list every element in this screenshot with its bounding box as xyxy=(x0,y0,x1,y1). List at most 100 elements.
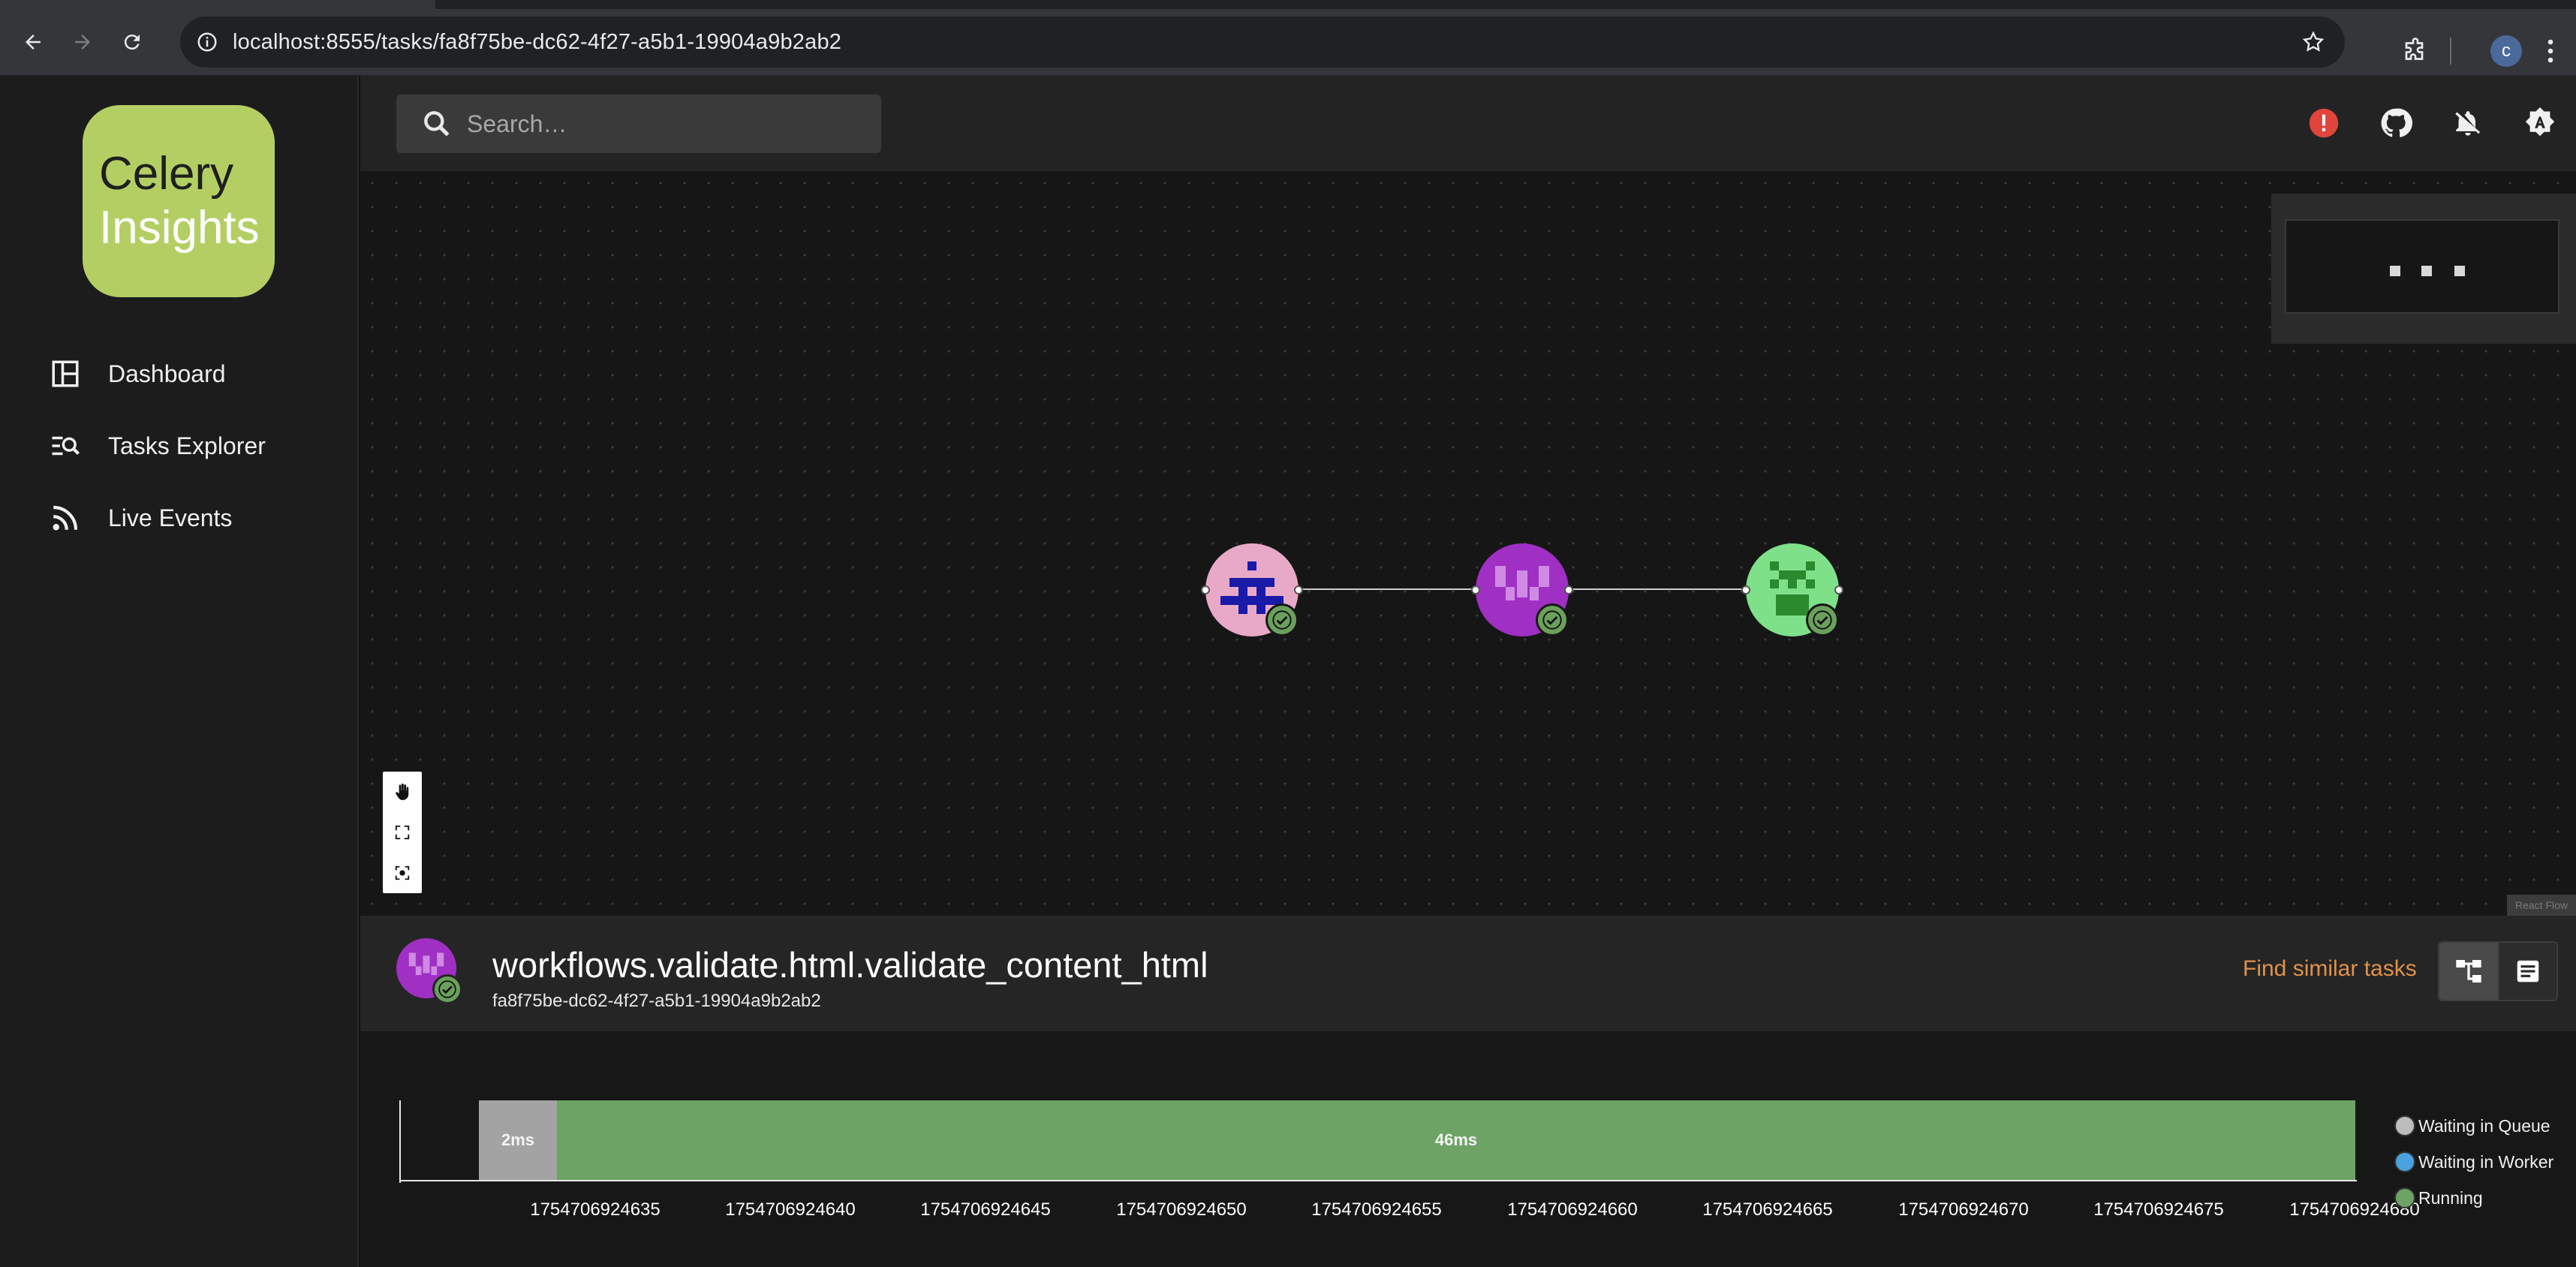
legend-swatch xyxy=(2394,1187,2415,1208)
timeline-segment-running[interactable]: 46ms xyxy=(557,1100,2355,1180)
success-check-icon xyxy=(1536,603,1569,637)
tick-label: 1754706924670 xyxy=(1898,1199,2029,1220)
back-button[interactable] xyxy=(9,18,57,66)
sidebar-item-tasks-explorer[interactable]: Tasks Explorer xyxy=(0,410,359,482)
search-input[interactable] xyxy=(467,110,857,138)
fit-view-button[interactable] xyxy=(383,812,422,853)
node-handle-right[interactable] xyxy=(1564,585,1573,594)
tick-label: 1754706924655 xyxy=(1311,1199,1442,1220)
node-handle-left[interactable] xyxy=(1741,585,1750,594)
details-view-button[interactable] xyxy=(2498,943,2556,1000)
address-bar[interactable]: localhost:8555/tasks/fa8f75be-dc62-4f27-… xyxy=(180,17,2345,68)
profile-avatar[interactable]: c xyxy=(2490,18,2522,84)
legend-item-running: Running xyxy=(2394,1180,2553,1216)
legend-swatch xyxy=(2394,1151,2415,1172)
browser-toolbar: localhost:8555/tasks/fa8f75be-dc62-4f27-… xyxy=(0,9,2576,75)
task-timeline: 2ms 46ms 1754706924635 1754706924640 175… xyxy=(360,1031,2576,1267)
error-button[interactable] xyxy=(2288,87,2360,159)
task-id: fa8f75be-dc62-4f27-a5b1-19904a9b2ab2 xyxy=(492,991,821,1011)
segment-label: 46ms xyxy=(1434,1130,1478,1149)
graph-minimap[interactable] xyxy=(2271,194,2576,344)
timeline-y-axis xyxy=(399,1100,401,1183)
graph-edge xyxy=(1299,588,1479,590)
tick-label: 1754706924675 xyxy=(2093,1199,2224,1220)
tree-view-button[interactable] xyxy=(2439,943,2498,1000)
error-icon xyxy=(2309,108,2339,138)
node-handle-left[interactable] xyxy=(1201,585,1210,594)
minimap-viewport[interactable] xyxy=(2285,219,2559,314)
workflow-graph-canvas[interactable]: React Flow xyxy=(360,171,2576,916)
tick-label: 1754706924635 xyxy=(530,1199,661,1220)
pan-mode-button[interactable] xyxy=(383,772,422,812)
extensions-button[interactable] xyxy=(2402,18,2429,84)
sidebar-item-label: Tasks Explorer xyxy=(108,432,266,459)
toolbar-divider xyxy=(2450,18,2451,84)
legend-swatch xyxy=(2394,1115,2415,1136)
url-text[interactable]: localhost:8555/tasks/fa8f75be-dc62-4f27-… xyxy=(233,30,841,55)
tick-label: 1754706924645 xyxy=(920,1199,1051,1220)
bookmark-star-icon[interactable] xyxy=(2297,26,2330,59)
tick-label: 1754706924640 xyxy=(725,1199,856,1220)
legend-label: Waiting in Worker xyxy=(2418,1151,2554,1172)
task-node-3[interactable] xyxy=(1741,543,1843,637)
active-tab[interactable] xyxy=(0,0,435,9)
sidebar-nav: Dashboard Tasks Explorer Live Events xyxy=(0,338,359,554)
search-icon xyxy=(424,111,450,137)
sidebar-item-live-events[interactable]: Live Events xyxy=(0,482,359,554)
node-handle-right[interactable] xyxy=(1294,585,1303,594)
theme-icon xyxy=(2526,107,2554,137)
puzzle-icon xyxy=(2405,38,2424,60)
timeline-segment-queue[interactable]: 2ms xyxy=(479,1100,557,1180)
logo-line-2: Insights xyxy=(99,202,260,254)
task-avatar xyxy=(396,938,462,1004)
arrow-left-icon xyxy=(26,35,41,50)
success-check-icon xyxy=(1806,603,1839,637)
tasks-explorer-icon xyxy=(52,436,80,456)
chrome-menu-button[interactable] xyxy=(2546,18,2555,84)
node-handle-right[interactable] xyxy=(1834,585,1843,594)
legend-label: Waiting in Queue xyxy=(2418,1115,2550,1136)
focus-icon xyxy=(395,865,410,880)
minimap-node xyxy=(2421,266,2432,276)
notifications-off-icon xyxy=(2455,111,2481,136)
search-box[interactable] xyxy=(396,95,881,153)
node-handle-left[interactable] xyxy=(1471,585,1480,594)
find-similar-tasks-button[interactable]: Find similar tasks xyxy=(2243,956,2417,982)
tick-label: 1754706924650 xyxy=(1116,1199,1247,1220)
task-name: workflows.validate.html.validate_content… xyxy=(492,945,1208,985)
success-check-icon xyxy=(1265,603,1299,637)
site-info-icon[interactable] xyxy=(191,26,224,59)
task-node-1[interactable] xyxy=(1201,543,1303,637)
app-topbar xyxy=(360,75,2576,171)
center-view-button[interactable] xyxy=(383,853,422,893)
rss-icon xyxy=(53,505,78,531)
success-check-icon xyxy=(432,974,462,1004)
graph-edge xyxy=(1570,588,1747,590)
react-flow-attribution[interactable]: React Flow xyxy=(2507,895,2576,916)
tick-label: 1754706924660 xyxy=(1507,1199,1638,1220)
theme-button[interactable] xyxy=(2504,87,2576,159)
sidebar-item-dashboard[interactable]: Dashboard xyxy=(0,338,359,410)
fullscreen-icon xyxy=(395,825,410,840)
notifications-button[interactable] xyxy=(2432,87,2504,159)
article-icon xyxy=(2517,960,2539,983)
reload-icon xyxy=(124,35,140,50)
topbar-actions xyxy=(2288,75,2576,171)
minimap-node xyxy=(2454,266,2465,276)
github-button[interactable] xyxy=(2360,87,2432,159)
forward-button[interactable] xyxy=(59,18,107,66)
dashboard-icon xyxy=(52,360,79,387)
timeline-x-axis xyxy=(399,1180,2357,1181)
minimap-node xyxy=(2390,266,2400,276)
arrow-right-icon xyxy=(75,35,90,50)
reload-button[interactable] xyxy=(108,18,156,66)
legend-item-waiting-queue: Waiting in Queue xyxy=(2394,1108,2553,1144)
profile-initial: c xyxy=(2490,35,2522,67)
celery-insights-logo[interactable]: Celery Insights xyxy=(83,105,275,297)
task-node-2[interactable] xyxy=(1471,543,1573,637)
graph-controls xyxy=(383,772,422,893)
legend-item-waiting-worker: Waiting in Worker xyxy=(2394,1144,2553,1180)
tick-label: 1754706924665 xyxy=(1702,1199,1833,1220)
timeline-ticks: 1754706924635 1754706924640 175470692464… xyxy=(360,1199,2576,1229)
browser-tab-strip xyxy=(0,0,2576,9)
